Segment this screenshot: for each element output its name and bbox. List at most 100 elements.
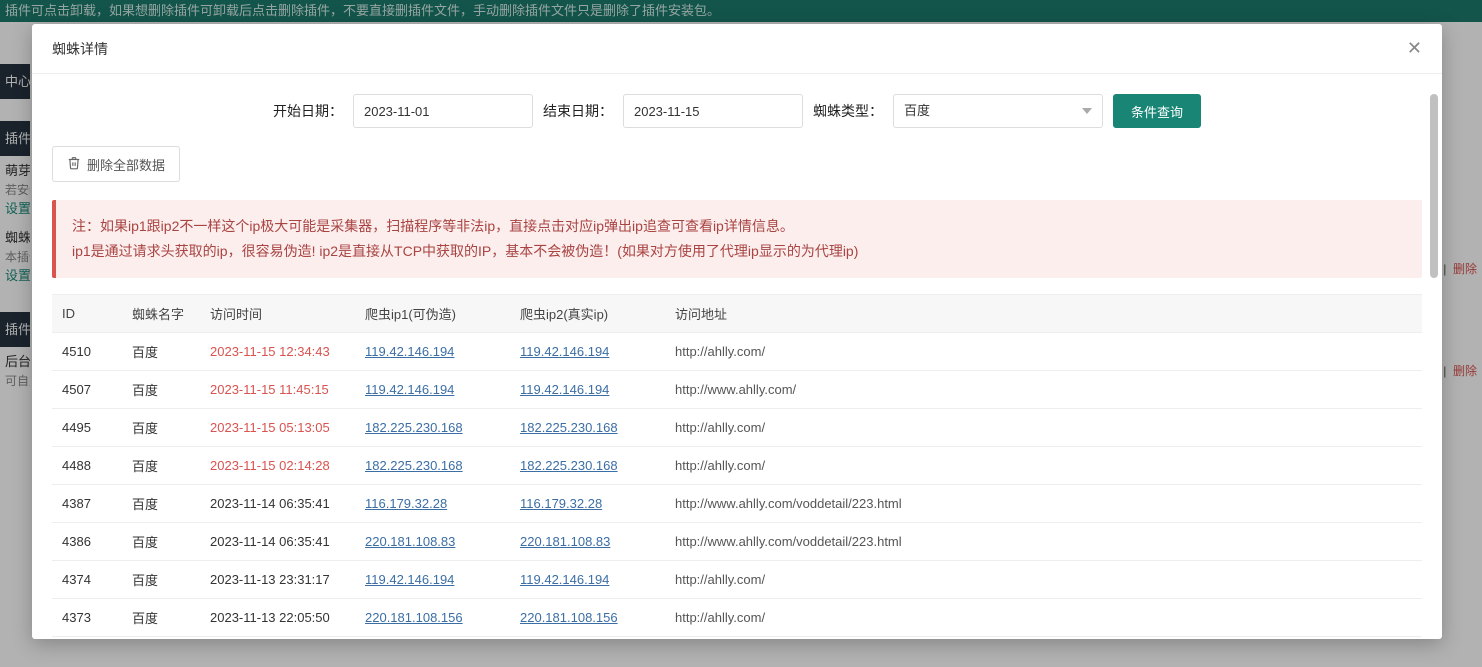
cell-ip1: 119.42.146.194 — [355, 371, 510, 409]
cell-name: 百度 — [122, 371, 200, 409]
cell-time: 2023-11-14 06:35:41 — [200, 523, 355, 561]
warning-alert: 注：如果ip1跟ip2不一样这个ip极大可能是采集器，扫描程序等非法ip，直接点… — [52, 200, 1422, 278]
cell-id: 4387 — [52, 485, 122, 523]
cell-id: 4371 — [52, 637, 122, 639]
table-row: 4488百度2023-11-15 02:14:28 182.225.230.168… — [52, 447, 1422, 485]
cell-ip1: 116.179.32.28 — [355, 485, 510, 523]
modal-title: 蜘蛛详情 — [52, 39, 108, 59]
table-row: 4387百度2023-11-14 06:35:41116.179.32.2811… — [52, 485, 1422, 523]
cell-url: http://www.ahlly.com/voddetail/223.html — [665, 485, 1422, 523]
col-name: 蜘蛛名字 — [122, 295, 200, 333]
cell-time: 2023-11-15 02:14:28 — [200, 447, 355, 485]
cell-ip2: 119.42.146.194 — [510, 333, 665, 371]
cell-ip1: 220.181.108.83 — [355, 523, 510, 561]
cell-ip2: 220.181.108.156 — [510, 599, 665, 637]
cell-ip2: 119.42.146.194 — [510, 371, 665, 409]
cell-ip1: 119.42.146.194 — [355, 333, 510, 371]
end-date-input[interactable] — [623, 94, 803, 128]
ip2-link[interactable]: 220.181.108.156 — [520, 610, 618, 625]
start-date-label: 开始日期： — [273, 101, 343, 121]
cell-name: 百度 — [122, 333, 200, 371]
ip1-link[interactable]: 182.225.230.168 — [365, 458, 463, 473]
ip1-link[interactable]: 116.179.32.28 — [365, 496, 447, 511]
filter-bar: 开始日期： 结束日期： 蜘蛛类型： 百度 条件查询 — [52, 94, 1422, 128]
cell-name: 百度 — [122, 523, 200, 561]
ip1-link[interactable]: 119.42.146.194 — [365, 572, 454, 587]
scrollbar-thumb[interactable] — [1430, 94, 1438, 278]
ip1-link[interactable]: 220.181.108.156 — [365, 610, 463, 625]
cell-id: 4386 — [52, 523, 122, 561]
cell-url: http://www.ahlly.com/ — [665, 371, 1422, 409]
table-row: 4374百度2023-11-13 23:31:17119.42.146.1941… — [52, 561, 1422, 599]
ip1-link[interactable]: 119.42.146.194 — [365, 382, 454, 397]
cell-name: 百度 — [122, 561, 200, 599]
cell-name: 百度 — [122, 599, 200, 637]
cell-name: 百度 — [122, 409, 200, 447]
cell-time: 2023-11-15 12:34:43 — [200, 333, 355, 371]
cell-time: 2023-11-13 21:44:07 — [200, 637, 355, 639]
col-id: ID — [52, 295, 122, 333]
cell-id: 4507 — [52, 371, 122, 409]
ip2-link[interactable]: 220.181.108.83 — [520, 534, 610, 549]
cell-ip2: 116.179.32.20 — [510, 637, 665, 639]
cell-id: 4495 — [52, 409, 122, 447]
cell-ip1: 116.179.32.20 — [355, 637, 510, 639]
cell-url: http://ahlly.com/ — [665, 561, 1422, 599]
cell-time: 2023-11-14 06:35:41 — [200, 485, 355, 523]
spider-type-value: 百度 — [904, 103, 930, 118]
cell-time: 2023-11-13 23:31:17 — [200, 561, 355, 599]
delete-all-label: 删除全部数据 — [87, 155, 165, 174]
cell-time: 2023-11-15 05:13:05 — [200, 409, 355, 447]
scrollbar-track[interactable] — [1430, 94, 1438, 619]
table-row: 4371百度2023-11-13 21:44:07116.179.32.2011… — [52, 637, 1422, 639]
table-row: 4373百度2023-11-13 22:05:50 220.181.108.156… — [52, 599, 1422, 637]
query-button[interactable]: 条件查询 — [1113, 94, 1201, 128]
ip2-link[interactable]: 182.225.230.168 — [520, 458, 618, 473]
cell-ip1: 220.181.108.156 — [355, 599, 510, 637]
col-time: 访问时间 — [200, 295, 355, 333]
cell-url: http://www.ahlly.com/voddetail/223.html — [665, 523, 1422, 561]
close-icon[interactable]: ✕ — [1407, 38, 1422, 59]
cell-url: http://ahlly.com/ — [665, 447, 1422, 485]
cell-ip1: 182.225.230.168 — [355, 447, 510, 485]
cell-ip2: 182.225.230.168 — [510, 409, 665, 447]
ip2-link[interactable]: 116.179.32.28 — [520, 496, 602, 511]
spider-type-label: 蜘蛛类型： — [813, 101, 883, 121]
ip1-link[interactable]: 220.181.108.83 — [365, 534, 455, 549]
col-url: 访问地址 — [665, 295, 1422, 333]
col-ip2: 爬虫ip2(真实ip) — [510, 295, 665, 333]
cell-ip2: 182.225.230.168 — [510, 447, 665, 485]
cell-id: 4488 — [52, 447, 122, 485]
cell-ip2: 220.181.108.83 — [510, 523, 665, 561]
cell-time: 2023-11-13 22:05:50 — [200, 599, 355, 637]
cell-url: http://ahlly.com/ — [665, 599, 1422, 637]
trash-icon — [67, 156, 81, 173]
cell-ip1: 119.42.146.194 — [355, 561, 510, 599]
chevron-down-icon — [1082, 108, 1092, 114]
table-row: 4495百度2023-11-15 05:13:05 182.225.230.168… — [52, 409, 1422, 447]
ip2-link[interactable]: 182.225.230.168 — [520, 420, 618, 435]
col-ip1: 爬虫ip1(可伪造) — [355, 295, 510, 333]
start-date-input[interactable] — [353, 94, 533, 128]
ip2-link[interactable]: 119.42.146.194 — [520, 344, 609, 359]
spider-detail-modal: 蜘蛛详情 ✕ 开始日期： 结束日期： 蜘蛛类型： 百度 条件查询 删除全部数据 … — [32, 24, 1442, 639]
cell-name: 百度 — [122, 447, 200, 485]
cell-id: 4373 — [52, 599, 122, 637]
modal-header: 蜘蛛详情 ✕ — [32, 24, 1442, 74]
alert-line-1: 注：如果ip1跟ip2不一样这个ip极大可能是采集器，扫描程序等非法ip，直接点… — [72, 214, 1406, 239]
delete-all-button[interactable]: 删除全部数据 — [52, 146, 180, 182]
cell-ip2: 119.42.146.194 — [510, 561, 665, 599]
table-row: 4386百度2023-11-14 06:35:41 220.181.108.83 2… — [52, 523, 1422, 561]
table-row: 4510百度2023-11-15 12:34:43 119.42.146.194 1… — [52, 333, 1422, 371]
cell-time: 2023-11-15 11:45:15 — [200, 371, 355, 409]
ip1-link[interactable]: 182.225.230.168 — [365, 420, 463, 435]
spider-type-select[interactable]: 百度 — [893, 94, 1103, 128]
ip1-link[interactable]: 119.42.146.194 — [365, 344, 454, 359]
cell-ip2: 116.179.32.28 — [510, 485, 665, 523]
cell-url: http://ahlly.com/ — [665, 409, 1422, 447]
cell-id: 4510 — [52, 333, 122, 371]
ip2-link[interactable]: 119.42.146.194 — [520, 382, 609, 397]
ip2-link[interactable]: 119.42.146.194 — [520, 572, 609, 587]
cell-url: http://ahlly.com/ — [665, 333, 1422, 371]
end-date-label: 结束日期： — [543, 101, 613, 121]
